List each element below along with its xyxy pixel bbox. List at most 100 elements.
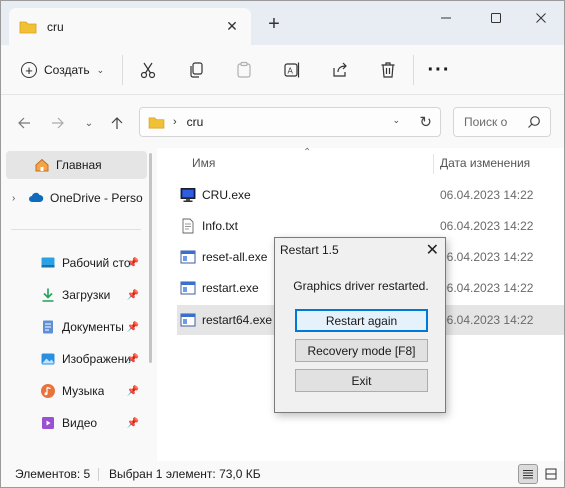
folder-icon	[19, 21, 37, 33]
file-date: 06.04.2023 14:22	[440, 281, 534, 295]
sidebar-item-images[interactable]: Изображени 📌	[6, 345, 147, 373]
title-bar: cru ✕ +	[1, 1, 564, 45]
breadcrumb[interactable]: cru	[187, 115, 204, 129]
command-bar: + Создать ⌄ A ···	[1, 45, 564, 95]
tab-close-icon[interactable]: ✕	[223, 17, 241, 35]
desktop-icon	[40, 255, 56, 271]
tab-cru[interactable]: cru ✕	[9, 8, 251, 45]
copy-button[interactable]	[183, 57, 209, 83]
cut-button[interactable]	[135, 57, 161, 83]
folder-icon	[148, 116, 165, 128]
sidebar-item-documents[interactable]: Документы 📌	[6, 313, 147, 341]
recovery-mode-button[interactable]: Recovery mode [F8]	[295, 339, 428, 362]
address-bar[interactable]: › cru ⌄ ↻	[139, 107, 441, 137]
minimize-button[interactable]	[423, 5, 469, 31]
pin-icon[interactable]: 📌	[127, 418, 139, 429]
exe-icon	[180, 281, 196, 295]
file-date: 06.04.2023 14:22	[440, 313, 534, 327]
sort-ascending-icon: ⌃	[303, 147, 312, 158]
column-header-date[interactable]: Дата изменения	[440, 156, 530, 170]
chevron-down-icon[interactable]: ⌄	[392, 115, 400, 126]
back-button[interactable]	[12, 111, 36, 135]
recent-locations-button[interactable]: ⌄	[77, 111, 101, 135]
delete-button[interactable]	[375, 57, 401, 83]
text-file-icon	[182, 218, 194, 234]
image-icon	[40, 351, 56, 367]
file-explorer-window: cru ✕ + + Создать ⌄ A ··· ⌄ › cru ⌄ ↻ По…	[0, 0, 565, 488]
details-view-button[interactable]	[518, 464, 538, 484]
monitor-exe-icon	[180, 188, 196, 202]
home-icon	[34, 157, 50, 173]
file-name: reset-all.exe	[202, 250, 268, 264]
sidebar-item-desktop[interactable]: Рабочий сто 📌	[6, 249, 147, 277]
rename-button[interactable]: A	[279, 57, 305, 83]
file-name: CRU.exe	[202, 188, 251, 202]
trash-icon	[381, 62, 395, 78]
file-date: 06.04.2023 14:22	[440, 219, 534, 233]
file-name: Info.txt	[202, 219, 239, 233]
chevron-right-icon[interactable]: ›	[12, 193, 24, 204]
sidebar-divider	[11, 229, 141, 230]
file-name: restart.exe	[202, 281, 259, 295]
status-divider	[98, 468, 99, 481]
pin-icon[interactable]: 📌	[127, 354, 139, 365]
rename-icon: A	[284, 62, 300, 78]
arrow-up-icon	[111, 117, 123, 129]
sidebar-item-music[interactable]: Музыка 📌	[6, 377, 147, 405]
exe-icon	[180, 313, 196, 327]
status-bar: Элементов: 5 Выбран 1 элемент: 73,0 КБ	[1, 461, 564, 487]
pin-icon[interactable]: 📌	[127, 386, 139, 397]
sidebar-scrollbar[interactable]	[149, 153, 152, 363]
close-icon	[536, 13, 546, 23]
sidebar-item-home[interactable]: Главная	[6, 151, 147, 179]
up-button[interactable]	[105, 111, 129, 135]
column-header-name[interactable]: Имя	[192, 156, 215, 170]
restart-dialog: Restart 1.5 ✕ Graphics driver restarted.…	[274, 237, 446, 413]
arrow-right-icon	[52, 117, 64, 129]
exe-icon	[180, 250, 196, 264]
chevron-right-icon: ›	[173, 116, 177, 128]
pin-icon[interactable]: 📌	[127, 322, 139, 333]
share-icon	[333, 62, 347, 77]
column-divider[interactable]	[433, 154, 434, 174]
minimize-icon	[441, 17, 451, 19]
chevron-down-icon: ⌄	[96, 64, 105, 75]
toolbar-divider	[122, 55, 123, 85]
maximize-button[interactable]	[473, 5, 519, 31]
tiles-view-button[interactable]	[541, 464, 561, 484]
details-view-icon	[523, 470, 533, 479]
svg-text:A: A	[288, 67, 294, 76]
file-date: 06.04.2023 14:22	[440, 188, 534, 202]
navigation-bar: ⌄ › cru ⌄ ↻ Поиск о	[1, 96, 564, 148]
sidebar-item-video[interactable]: Видео 📌	[6, 409, 147, 437]
paste-button[interactable]	[231, 57, 257, 83]
share-button[interactable]	[327, 57, 353, 83]
restart-again-button[interactable]: Restart again	[295, 309, 428, 332]
sidebar-item-onedrive[interactable]: › OneDrive - Perso	[6, 184, 147, 212]
dialog-message: Graphics driver restarted.	[293, 279, 429, 293]
copy-icon	[190, 62, 203, 78]
forward-button[interactable]	[46, 111, 70, 135]
search-input[interactable]: Поиск о	[453, 107, 551, 137]
refresh-icon[interactable]: ↻	[419, 113, 432, 131]
file-row[interactable]: CRU.exe 06.04.2023 14:22	[177, 180, 564, 210]
close-window-button[interactable]	[518, 5, 564, 31]
video-icon	[40, 415, 56, 431]
navigation-pane: Главная › OneDrive - Perso Рабочий сто 📌…	[1, 148, 153, 461]
dialog-close-icon[interactable]: ✕	[426, 240, 439, 260]
search-icon	[528, 116, 540, 128]
more-options-button[interactable]: ···	[426, 57, 452, 83]
create-label: Создать	[44, 63, 90, 77]
file-name: restart64.exe	[202, 313, 273, 327]
pin-icon[interactable]: 📌	[127, 290, 139, 301]
sidebar-item-downloads[interactable]: Загрузки 📌	[6, 281, 147, 309]
pin-icon[interactable]: 📌	[127, 258, 139, 269]
chevron-down-icon: ⌄	[84, 117, 94, 129]
new-tab-button[interactable]: +	[263, 13, 285, 35]
create-button[interactable]: + Создать ⌄	[15, 56, 110, 84]
scissors-icon	[140, 62, 156, 79]
toolbar-divider	[413, 55, 414, 85]
selection-info: Выбран 1 элемент: 73,0 КБ	[109, 467, 261, 481]
exit-button[interactable]: Exit	[295, 369, 428, 392]
cloud-icon	[28, 190, 44, 206]
